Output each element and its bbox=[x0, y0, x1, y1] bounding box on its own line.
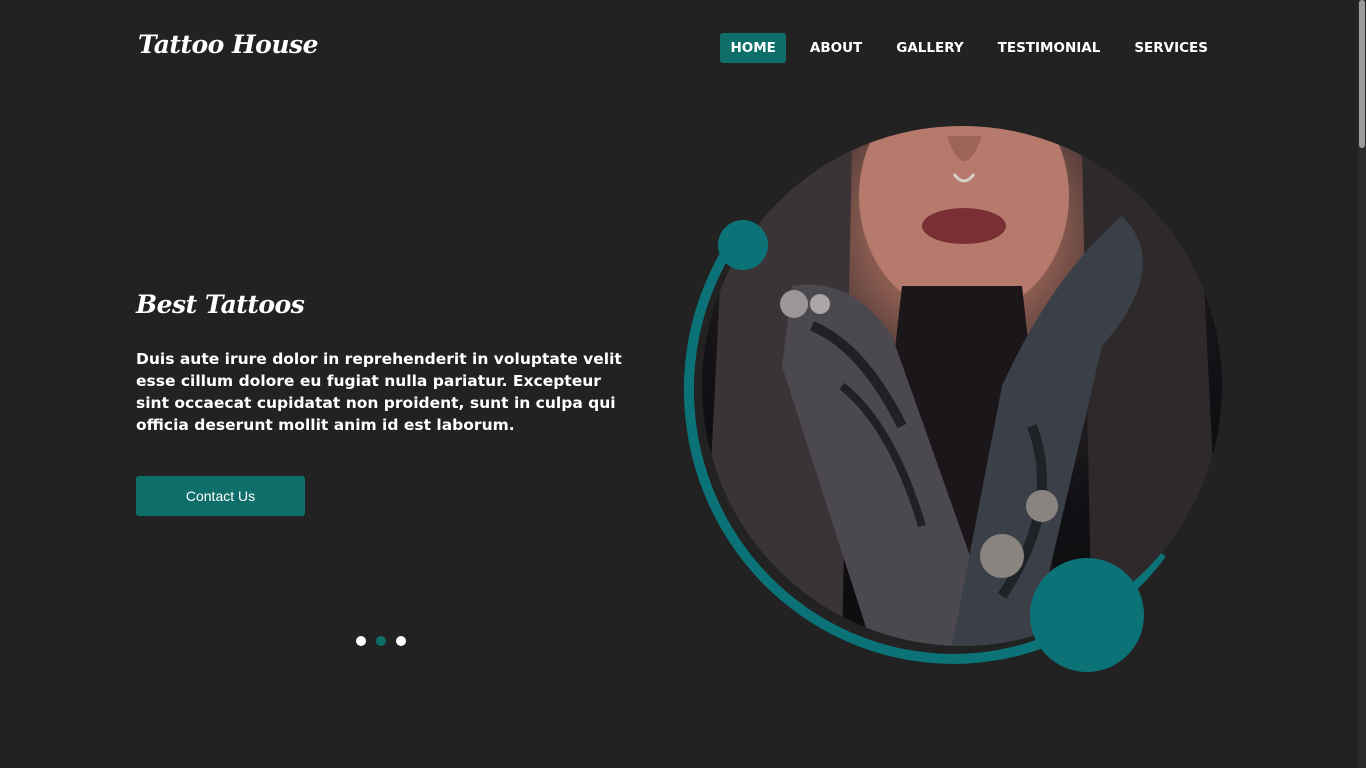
nav-item-gallery[interactable]: GALLERY bbox=[886, 33, 973, 63]
site-logo[interactable]: Tattoo House bbox=[138, 30, 319, 59]
nav-item-home[interactable]: HOME bbox=[720, 33, 786, 63]
nav-item-services[interactable]: SERVICES bbox=[1124, 33, 1218, 63]
decorative-circle-large bbox=[1030, 558, 1144, 672]
main-nav: HOME ABOUT GALLERY TESTIMONIAL SERVICES bbox=[720, 33, 1218, 63]
slider-dot-2[interactable] bbox=[376, 636, 386, 646]
slider-dot-3[interactable] bbox=[396, 636, 406, 646]
scrollbar-thumb[interactable] bbox=[1359, 0, 1365, 148]
hero-title: Best Tattoos bbox=[136, 290, 305, 319]
hero-photo bbox=[702, 126, 1222, 646]
hero-image-area bbox=[648, 83, 1256, 699]
page-scrollbar[interactable] bbox=[1358, 0, 1366, 768]
decorative-circle-small bbox=[718, 220, 768, 270]
contact-us-button[interactable]: Contact Us bbox=[136, 476, 305, 516]
slider-dot-1[interactable] bbox=[356, 636, 366, 646]
slider-dots bbox=[356, 636, 406, 646]
tattooed-woman-illustration bbox=[702, 126, 1222, 646]
hero-description: Duis aute irure dolor in reprehenderit i… bbox=[136, 350, 622, 434]
nav-item-about[interactable]: ABOUT bbox=[800, 33, 872, 63]
nav-item-testimonial[interactable]: TESTIMONIAL bbox=[988, 33, 1111, 63]
